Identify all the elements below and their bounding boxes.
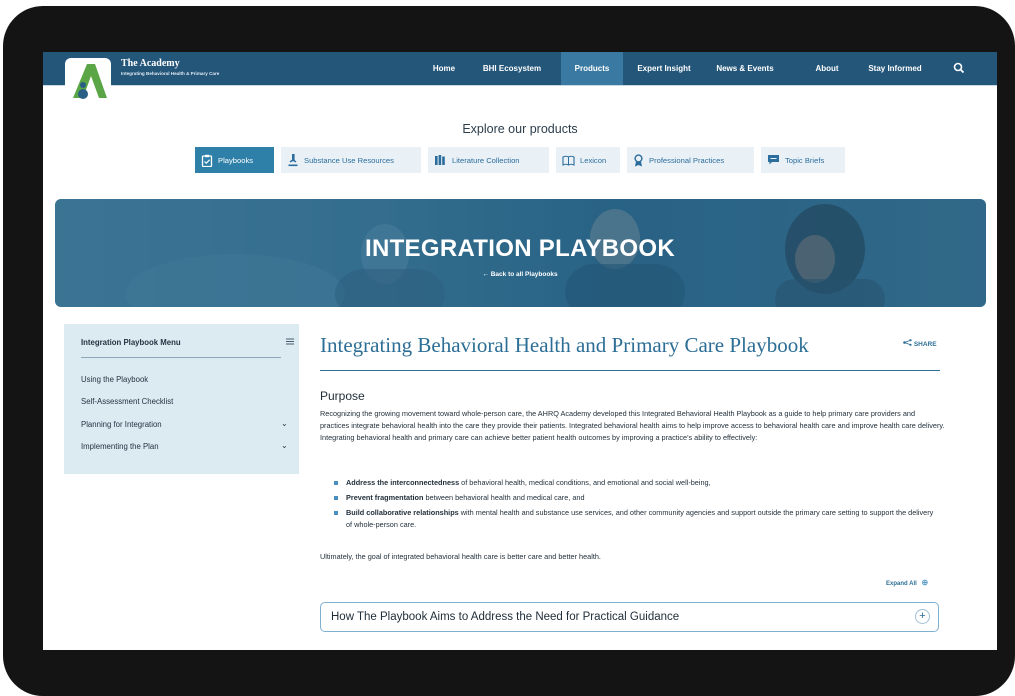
tab-topic-briefs[interactable]: Topic Briefs — [761, 147, 845, 173]
bullet-bold-text: Prevent fragmentation — [346, 493, 424, 502]
playbook-menu-sidebar: Integration Playbook Menu Using the Play… — [64, 324, 299, 474]
tablet-frame: The Academy Integrating Behavioral Healt… — [3, 6, 1015, 696]
tab-label: Lexicon — [580, 155, 607, 165]
tab-substance-use-resources[interactable]: Substance Use Resources — [281, 147, 421, 173]
list-item: Address the interconnectedness of behavi… — [328, 477, 938, 489]
book-icon — [562, 155, 575, 166]
award-icon — [633, 153, 644, 167]
purpose-heading: Purpose — [320, 389, 365, 403]
expand-chevron-icon[interactable]: ⌄ — [281, 441, 288, 450]
bullet-text: between behavioral health and medical ca… — [423, 493, 585, 502]
browser-viewport: The Academy Integrating Behavioral Healt… — [43, 52, 997, 650]
nav-stay-informed[interactable]: Stay Informed — [860, 52, 930, 85]
clipboard-icon — [201, 154, 213, 167]
sidebar-item-planning-for-integration[interactable]: Planning for Integration — [81, 420, 162, 429]
tab-label: Topic Briefs — [785, 155, 825, 165]
purpose-bullet-list: Address the interconnectedness of behavi… — [328, 477, 938, 534]
tab-label: Professional Practices — [649, 155, 725, 165]
microscope-icon — [287, 153, 299, 167]
nav-expert-insight[interactable]: Expert Insight — [630, 52, 698, 85]
list-item: Prevent fragmentation between behavioral… — [328, 492, 938, 504]
bullet-square-icon — [334, 511, 338, 515]
bullet-bold-text: Address the interconnectedness — [346, 478, 460, 487]
plus-icon: ⊕ — [921, 578, 929, 587]
bullet-text: of behavioral health, medical conditions… — [459, 478, 711, 487]
bullet-square-icon — [334, 496, 338, 500]
bullet-square-icon — [334, 481, 338, 485]
share-label: SHARE — [913, 341, 937, 348]
conclusion-text: Ultimately, the goal of integrated behav… — [320, 552, 601, 561]
tab-playbooks[interactable]: Playbooks — [195, 147, 274, 173]
back-to-playbooks-link[interactable]: ← Back to all Playbooks — [43, 271, 997, 278]
sidebar-item-self-assessment-checklist[interactable]: Self-Assessment Checklist — [81, 397, 173, 406]
share-button[interactable]: SHARE — [903, 339, 937, 348]
expand-all-button[interactable]: Expand All ⊕ — [886, 578, 928, 587]
bullet-bold-text: Build collaborative relationships — [346, 508, 459, 517]
sidebar-divider — [81, 357, 281, 358]
brand-tagline: Integrating Behavioral Health & Primary … — [121, 71, 220, 76]
nav-about[interactable]: About — [802, 52, 852, 85]
nav-bhi-ecosystem[interactable]: BHI Ecosystem — [474, 52, 550, 85]
purpose-paragraph: Recognizing the growing movement toward … — [320, 409, 945, 442]
top-navigation-bar: The Academy Integrating Behavioral Healt… — [43, 52, 997, 102]
menu-toggle-icon[interactable] — [286, 338, 294, 345]
tab-lexicon[interactable]: Lexicon — [556, 147, 620, 173]
tab-label: Substance Use Resources — [304, 155, 394, 165]
accordion-practical-guidance[interactable]: How The Playbook Aims to Address the Nee… — [320, 602, 939, 632]
chat-icon — [767, 154, 780, 166]
accordion-title: How The Playbook Aims to Address the Nee… — [331, 611, 680, 623]
books-icon — [434, 154, 447, 166]
sidebar-item-using-the-playbook[interactable]: Using the Playbook — [81, 375, 148, 384]
list-item: Build collaborative relationships with m… — [328, 507, 938, 531]
expand-all-label: Expand All — [886, 581, 917, 587]
share-icon — [903, 339, 912, 346]
academy-logo[interactable] — [65, 54, 111, 102]
nav-home[interactable]: Home — [422, 52, 466, 85]
title-divider — [320, 370, 940, 371]
tab-label: Playbooks — [218, 155, 254, 165]
nav-products[interactable]: Products — [561, 52, 623, 85]
explore-products-title: Explore our products — [462, 122, 578, 136]
tab-label: Literature Collection — [452, 155, 520, 165]
tab-professional-practices[interactable]: Professional Practices — [627, 147, 754, 173]
nav-news-events[interactable]: News & Events — [711, 52, 779, 85]
expand-chevron-icon[interactable]: ⌄ — [281, 419, 288, 428]
brand-name[interactable]: The Academy — [121, 58, 180, 69]
tab-literature-collection[interactable]: Literature Collection — [428, 147, 549, 173]
page-title: Integrating Behavioral Health and Primar… — [320, 333, 809, 357]
banner-title: INTEGRATION PLAYBOOK — [364, 235, 676, 262]
sidebar-title: Integration Playbook Menu — [81, 338, 181, 347]
plus-icon[interactable]: + — [915, 609, 930, 624]
sidebar-item-implementing-the-plan[interactable]: Implementing the Plan — [81, 442, 159, 451]
search-icon[interactable] — [949, 52, 969, 85]
